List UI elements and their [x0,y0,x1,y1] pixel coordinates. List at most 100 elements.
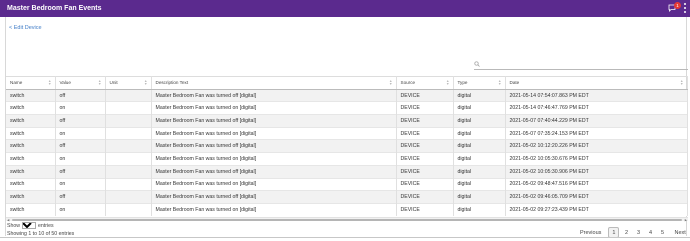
page-size-select[interactable]: 10 [21,222,36,229]
column-header-date[interactable]: Date ▲ ▼ [505,76,688,90]
table-row: switch on Master Bedroom Fan was turned on… [6,202,688,217]
cell-date: 2021-05-02 10:05:30.906 PM EDT [505,164,688,178]
cell-date: 2021-05-14 07:46:47.769 PM EDT [505,101,688,115]
notification-badge: 1 [674,2,681,9]
header-actions: 1 [668,2,687,14]
cell-type: digital [453,139,506,153]
cell-source: DEVICE [396,101,454,115]
notifications-button[interactable]: 1 [668,2,681,14]
cell-unit [105,126,152,140]
table-row: switch off Master Bedroom Fan was turned o… [6,139,688,153]
sort-icon: ▲ ▼ [680,79,684,86]
cell-description: Master Bedroom Fan was turned on [digita… [151,101,397,115]
cell-source: DEVICE [396,126,454,140]
bottom-divider [0,237,690,238]
cell-source: DEVICE [396,202,454,217]
cell-value: off [55,190,106,204]
cell-type: digital [453,114,506,128]
column-header-source[interactable]: Source ▲ ▼ [396,76,454,90]
cell-name: switch [6,177,56,191]
scroll-right-icon[interactable]: ▶ [685,218,687,222]
cell-name: switch [6,101,56,115]
edit-device-link[interactable]: < Edit Device [9,25,42,31]
cell-value: on [55,101,106,115]
cell-date: 2021-05-02 09:48:47.516 PM EDT [505,177,688,191]
cell-unit [105,164,152,178]
cell-type: digital [453,177,506,191]
cell-unit [105,177,152,191]
cell-value: on [55,126,106,140]
cell-source: DEVICE [396,152,454,166]
cell-name: switch [6,202,56,217]
table-row: switch on Master Bedroom Fan was turned on… [6,101,688,115]
cell-type: digital [453,152,506,166]
sort-icon: ▲ ▼ [446,79,450,86]
horizontal-scrollbar[interactable]: ◀ ▶ [6,217,688,222]
cell-name: switch [6,88,56,102]
cell-source: DEVICE [396,139,454,153]
cell-unit [105,202,152,217]
table-header-row: Name ▲ ▼ Value ▲ ▼ Unit ▲ ▼ Description Text ▲ ▼… [6,76,688,90]
cell-source: DEVICE [396,88,454,102]
main-content: < Edit Device Name ▲ ▼ Value ▲ ▼ Unit ▲ ▼ Desc… [5,17,688,238]
cell-description: Master Bedroom Fan was turned off [digit… [151,114,397,128]
cell-value: off [55,88,106,102]
events-table: Name ▲ ▼ Value ▲ ▼ Unit ▲ ▼ Description Text ▲ ▼… [6,76,688,217]
cell-value: on [55,202,106,217]
table-row: switch off Master Bedroom Fan was turned o… [6,164,688,178]
cell-description: Master Bedroom Fan was turned on [digita… [151,202,397,217]
cell-description: Master Bedroom Fan was turned on [digita… [151,152,397,166]
cell-value: on [55,152,106,166]
table-row: switch on Master Bedroom Fan was turned on… [6,177,688,191]
scrollbar-thumb[interactable] [12,219,682,221]
sort-icon: ▲ ▼ [48,79,52,86]
sort-icon: ▲ ▼ [498,79,502,86]
cell-source: DEVICE [396,190,454,204]
cell-date: 2021-05-07 07:35:24.153 PM EDT [505,126,688,140]
cell-description: Master Bedroom Fan was turned on [digita… [151,177,397,191]
page-title: Master Bedroom Fan Events [7,5,102,12]
cell-unit [105,152,152,166]
search-icon [474,61,480,67]
cell-source: DEVICE [396,177,454,191]
cell-description: Master Bedroom Fan was turned off [digit… [151,190,397,204]
table-row: switch off Master Bedroom Fan was turned o… [6,190,688,204]
cell-unit [105,190,152,204]
cell-name: switch [6,164,56,178]
cell-value: off [55,139,106,153]
cell-description: Master Bedroom Fan was turned off [digit… [151,88,397,102]
cell-source: DEVICE [396,164,454,178]
cell-description: Master Bedroom Fan was turned on [digita… [151,126,397,140]
cell-date: 2021-05-14 07:54:07.863 PM EDT [505,88,688,102]
cell-type: digital [453,101,506,115]
cell-value: on [55,177,106,191]
cell-name: switch [6,139,56,153]
cell-value: off [55,164,106,178]
table-row: switch off Master Bedroom Fan was turned o… [6,88,688,102]
cell-type: digital [453,88,506,102]
table-row: switch on Master Bedroom Fan was turned on… [6,152,688,166]
cell-unit [105,114,152,128]
column-header-description[interactable]: Description Text ▲ ▼ [151,76,397,90]
cell-date: 2021-05-02 09:27:23.439 PM EDT [505,202,688,217]
column-header-value[interactable]: Value ▲ ▼ [55,76,106,90]
cell-description: Master Bedroom Fan was turned off [digit… [151,139,397,153]
cell-type: digital [453,126,506,140]
show-label: Show [7,222,20,229]
column-header-type[interactable]: Type ▲ ▼ [453,76,506,90]
sort-icon: ▲ ▼ [144,79,148,86]
events-table-container: Name ▲ ▼ Value ▲ ▼ Unit ▲ ▼ Description Text ▲ ▼… [6,76,688,218]
more-menu-icon[interactable] [683,3,687,13]
cell-name: switch [6,126,56,140]
search-input[interactable] [474,59,688,70]
page-size-control: Show 10 entries [7,222,54,229]
cell-type: digital [453,202,506,217]
entries-label: entries [37,222,54,229]
cell-unit [105,101,152,115]
cell-name: switch [6,114,56,128]
table-row: switch on Master Bedroom Fan was turned on… [6,126,688,140]
column-header-name[interactable]: Name ▲ ▼ [6,76,56,90]
column-header-unit[interactable]: Unit ▲ ▼ [105,76,152,90]
cell-type: digital [453,190,506,204]
sort-icon: ▲ ▼ [98,79,102,86]
